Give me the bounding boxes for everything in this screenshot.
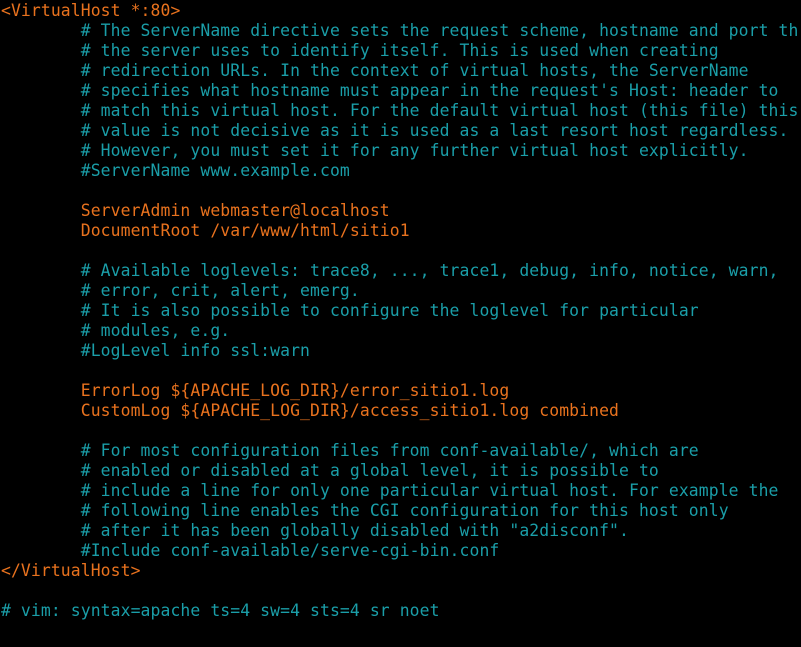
editor-line: <VirtualHost *:80> (1, 1, 181, 20)
editor-line: # specifies what hostname must appear in… (1, 81, 779, 100)
editor-line: #Include conf-available/serve-cgi-bin.co… (1, 541, 500, 560)
editor-line: # enabled or disabled at a global level,… (1, 461, 659, 480)
editor-line: ServerAdmin webmaster@localhost (1, 201, 390, 220)
editor-line: # the server uses to identify itself. Th… (1, 41, 719, 60)
editor-line: # following line enables the CGI configu… (1, 501, 729, 520)
editor-line: # match this virtual host. For the defau… (1, 101, 799, 120)
editor-line: # It is also possible to configure the l… (1, 301, 699, 320)
editor-line: DocumentRoot /var/www/html/sitio1 (1, 221, 410, 240)
editor-line: # value is not decisive as it is used as… (1, 121, 789, 140)
editor-line: # redirection URLs. In the context of vi… (1, 61, 749, 80)
editor-line: # However, you must set it for any furth… (1, 141, 749, 160)
terminal-editor[interactable]: <VirtualHost *:80> # The ServerName dire… (0, 0, 801, 647)
editor-line: # error, crit, alert, emerg. (1, 281, 360, 300)
editor-line: CustomLog ${APACHE_LOG_DIR}/access_sitio… (1, 401, 620, 420)
editor-line: # For most configuration files from conf… (1, 441, 699, 460)
editor-modeline: # vim: syntax=apache ts=4 sw=4 sts=4 sr … (1, 601, 440, 620)
editor-line: # Available loglevels: trace8, ..., trac… (1, 261, 779, 280)
editor-line: # The ServerName directive sets the requ… (1, 21, 799, 40)
editor-line: #ServerName www.example.com (1, 161, 350, 180)
editor-line: # include a line for only one particular… (1, 481, 779, 500)
editor-line: ErrorLog ${APACHE_LOG_DIR}/error_sitio1.… (1, 381, 510, 400)
editor-line: # after it has been globally disabled wi… (1, 521, 629, 540)
editor-line: #LogLevel info ssl:warn (1, 341, 311, 360)
editor-line: # modules, e.g. (1, 321, 231, 340)
editor-line: </VirtualHost> (1, 561, 141, 580)
